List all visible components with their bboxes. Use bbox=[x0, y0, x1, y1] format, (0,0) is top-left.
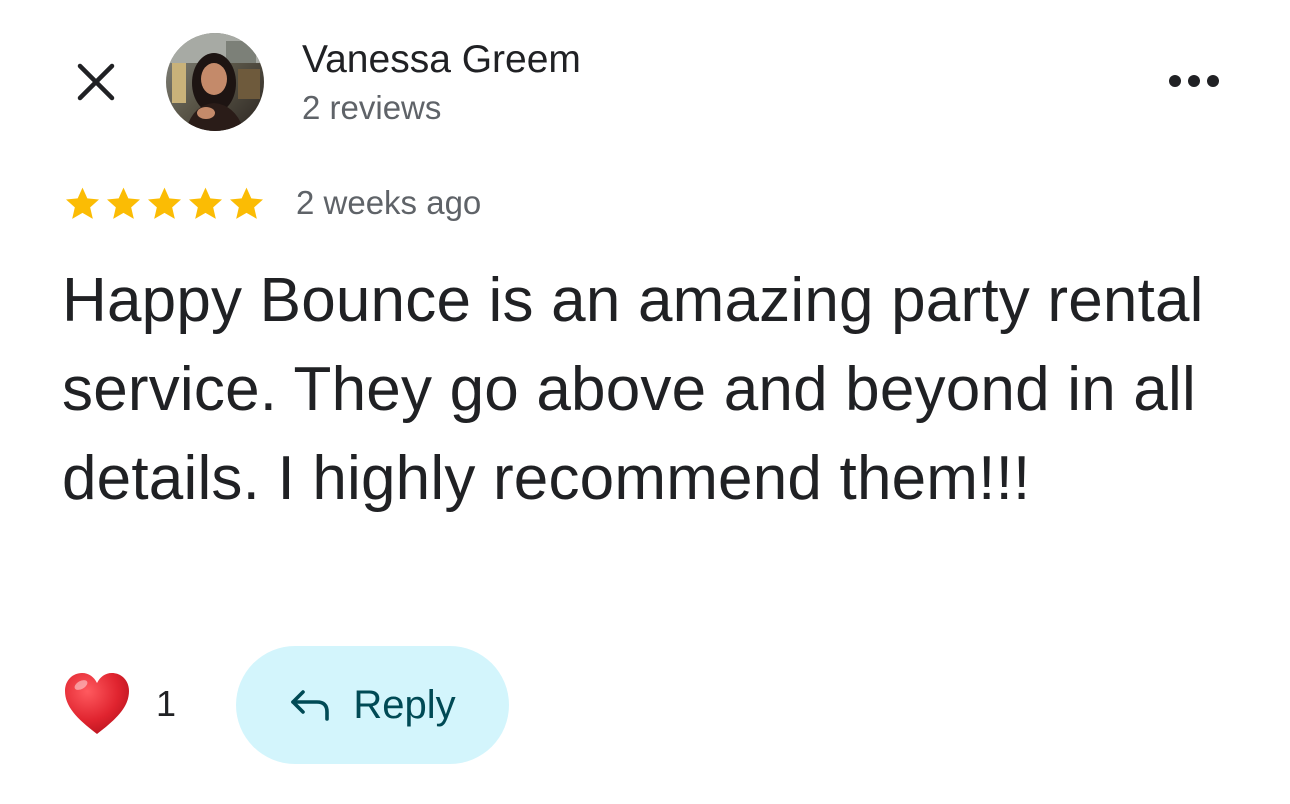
author-review-count: 2 reviews bbox=[302, 89, 442, 126]
reply-arrow-icon bbox=[291, 690, 330, 721]
more-options-button[interactable] bbox=[1158, 55, 1230, 107]
reply-button[interactable]: Reply bbox=[236, 646, 509, 764]
review-timestamp: 2 weeks ago bbox=[296, 184, 482, 221]
close-button[interactable] bbox=[62, 48, 130, 116]
star-icon bbox=[66, 187, 99, 219]
star-icon bbox=[230, 187, 263, 219]
review-card: Vanessa Greem 2 reviews 2 weeks ago Happ… bbox=[0, 0, 1290, 804]
reply-label: Reply bbox=[353, 683, 456, 727]
review-text: Happy Bounce is an amazing party rental … bbox=[62, 266, 1204, 513]
close-icon bbox=[77, 63, 115, 101]
like-button[interactable]: 1 bbox=[62, 670, 176, 738]
avatar[interactable] bbox=[166, 33, 264, 131]
more-horizontal-icon bbox=[1169, 75, 1219, 87]
star-icon bbox=[107, 187, 140, 219]
star-icon bbox=[148, 187, 181, 219]
star-rating bbox=[62, 184, 267, 224]
like-count: 1 bbox=[156, 683, 177, 724]
author-name[interactable]: Vanessa Greem bbox=[302, 38, 581, 82]
heart-icon bbox=[65, 673, 129, 734]
star-icon bbox=[189, 187, 222, 219]
